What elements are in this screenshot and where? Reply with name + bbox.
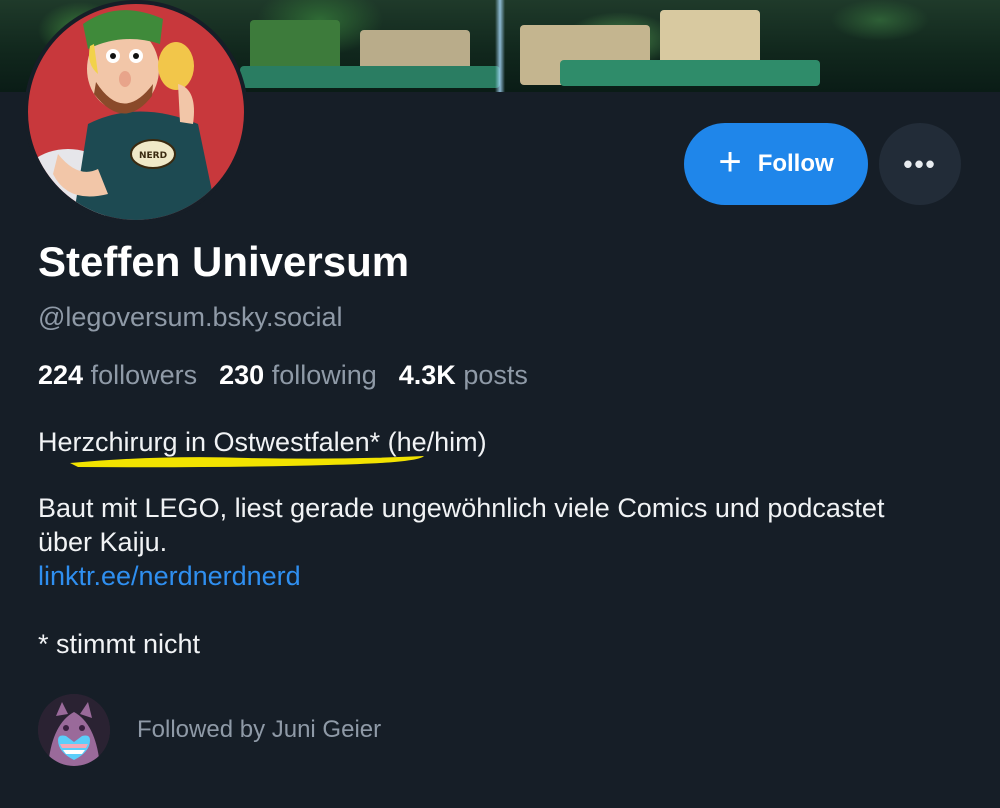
followers-count: 224	[38, 360, 84, 390]
bio-line-1-wrap: Herzchirurg in Ostwestfalen* (he/him)	[38, 425, 487, 468]
bio-line-3: * stimmt nicht	[38, 629, 201, 659]
posts-count: 4.3K	[398, 360, 456, 390]
profile-bio: Herzchirurg in Ostwestfalen* (he/him) Ba…	[38, 425, 938, 661]
followed-by-row[interactable]: Followed by Juni Geier	[38, 694, 381, 766]
followed-by-text: Followed by Juni Geier	[137, 716, 382, 743]
following-count: 230	[219, 360, 265, 390]
profile-stats: 224 followers 230 following 4.3K posts	[38, 360, 528, 391]
display-name: Steffen Universum	[38, 238, 410, 285]
follower-avatar-icon	[38, 694, 110, 766]
followers-link[interactable]: 224 followers	[38, 360, 197, 391]
ellipsis-icon: •••	[903, 148, 937, 179]
bio-line-1: Herzchirurg in Ostwestfalen* (he/him)	[38, 427, 487, 457]
banner-lego-element	[240, 66, 500, 88]
following-link[interactable]: 230 following	[219, 360, 377, 391]
following-label: following	[271, 360, 377, 390]
posts-stat: 4.3K posts	[399, 360, 528, 391]
avatar-cartoon-icon: NERD	[28, 10, 218, 220]
banner-light-beam	[495, 0, 505, 92]
avatar-illustration: NERD	[28, 4, 244, 220]
plus-icon: +	[718, 140, 742, 184]
shirt-logo-text: NERD	[139, 151, 167, 161]
followers-label: followers	[90, 360, 198, 390]
follow-button-label: Follow	[757, 150, 834, 177]
follow-button[interactable]: + Follow	[684, 123, 868, 205]
profile-handle: @legoversum.bsky.social	[38, 302, 343, 332]
follower-avatar	[38, 694, 110, 766]
profile-avatar[interactable]: NERD	[24, 0, 248, 224]
more-options-button[interactable]: •••	[879, 123, 961, 205]
posts-label: posts	[463, 360, 528, 390]
bio-link[interactable]: linktr.ee/nerdnerdnerd	[38, 559, 301, 593]
bio-line-2: Baut mit LEGO, liest gerade ungewöhnlich…	[38, 493, 885, 557]
banner-lego-element	[560, 60, 820, 86]
